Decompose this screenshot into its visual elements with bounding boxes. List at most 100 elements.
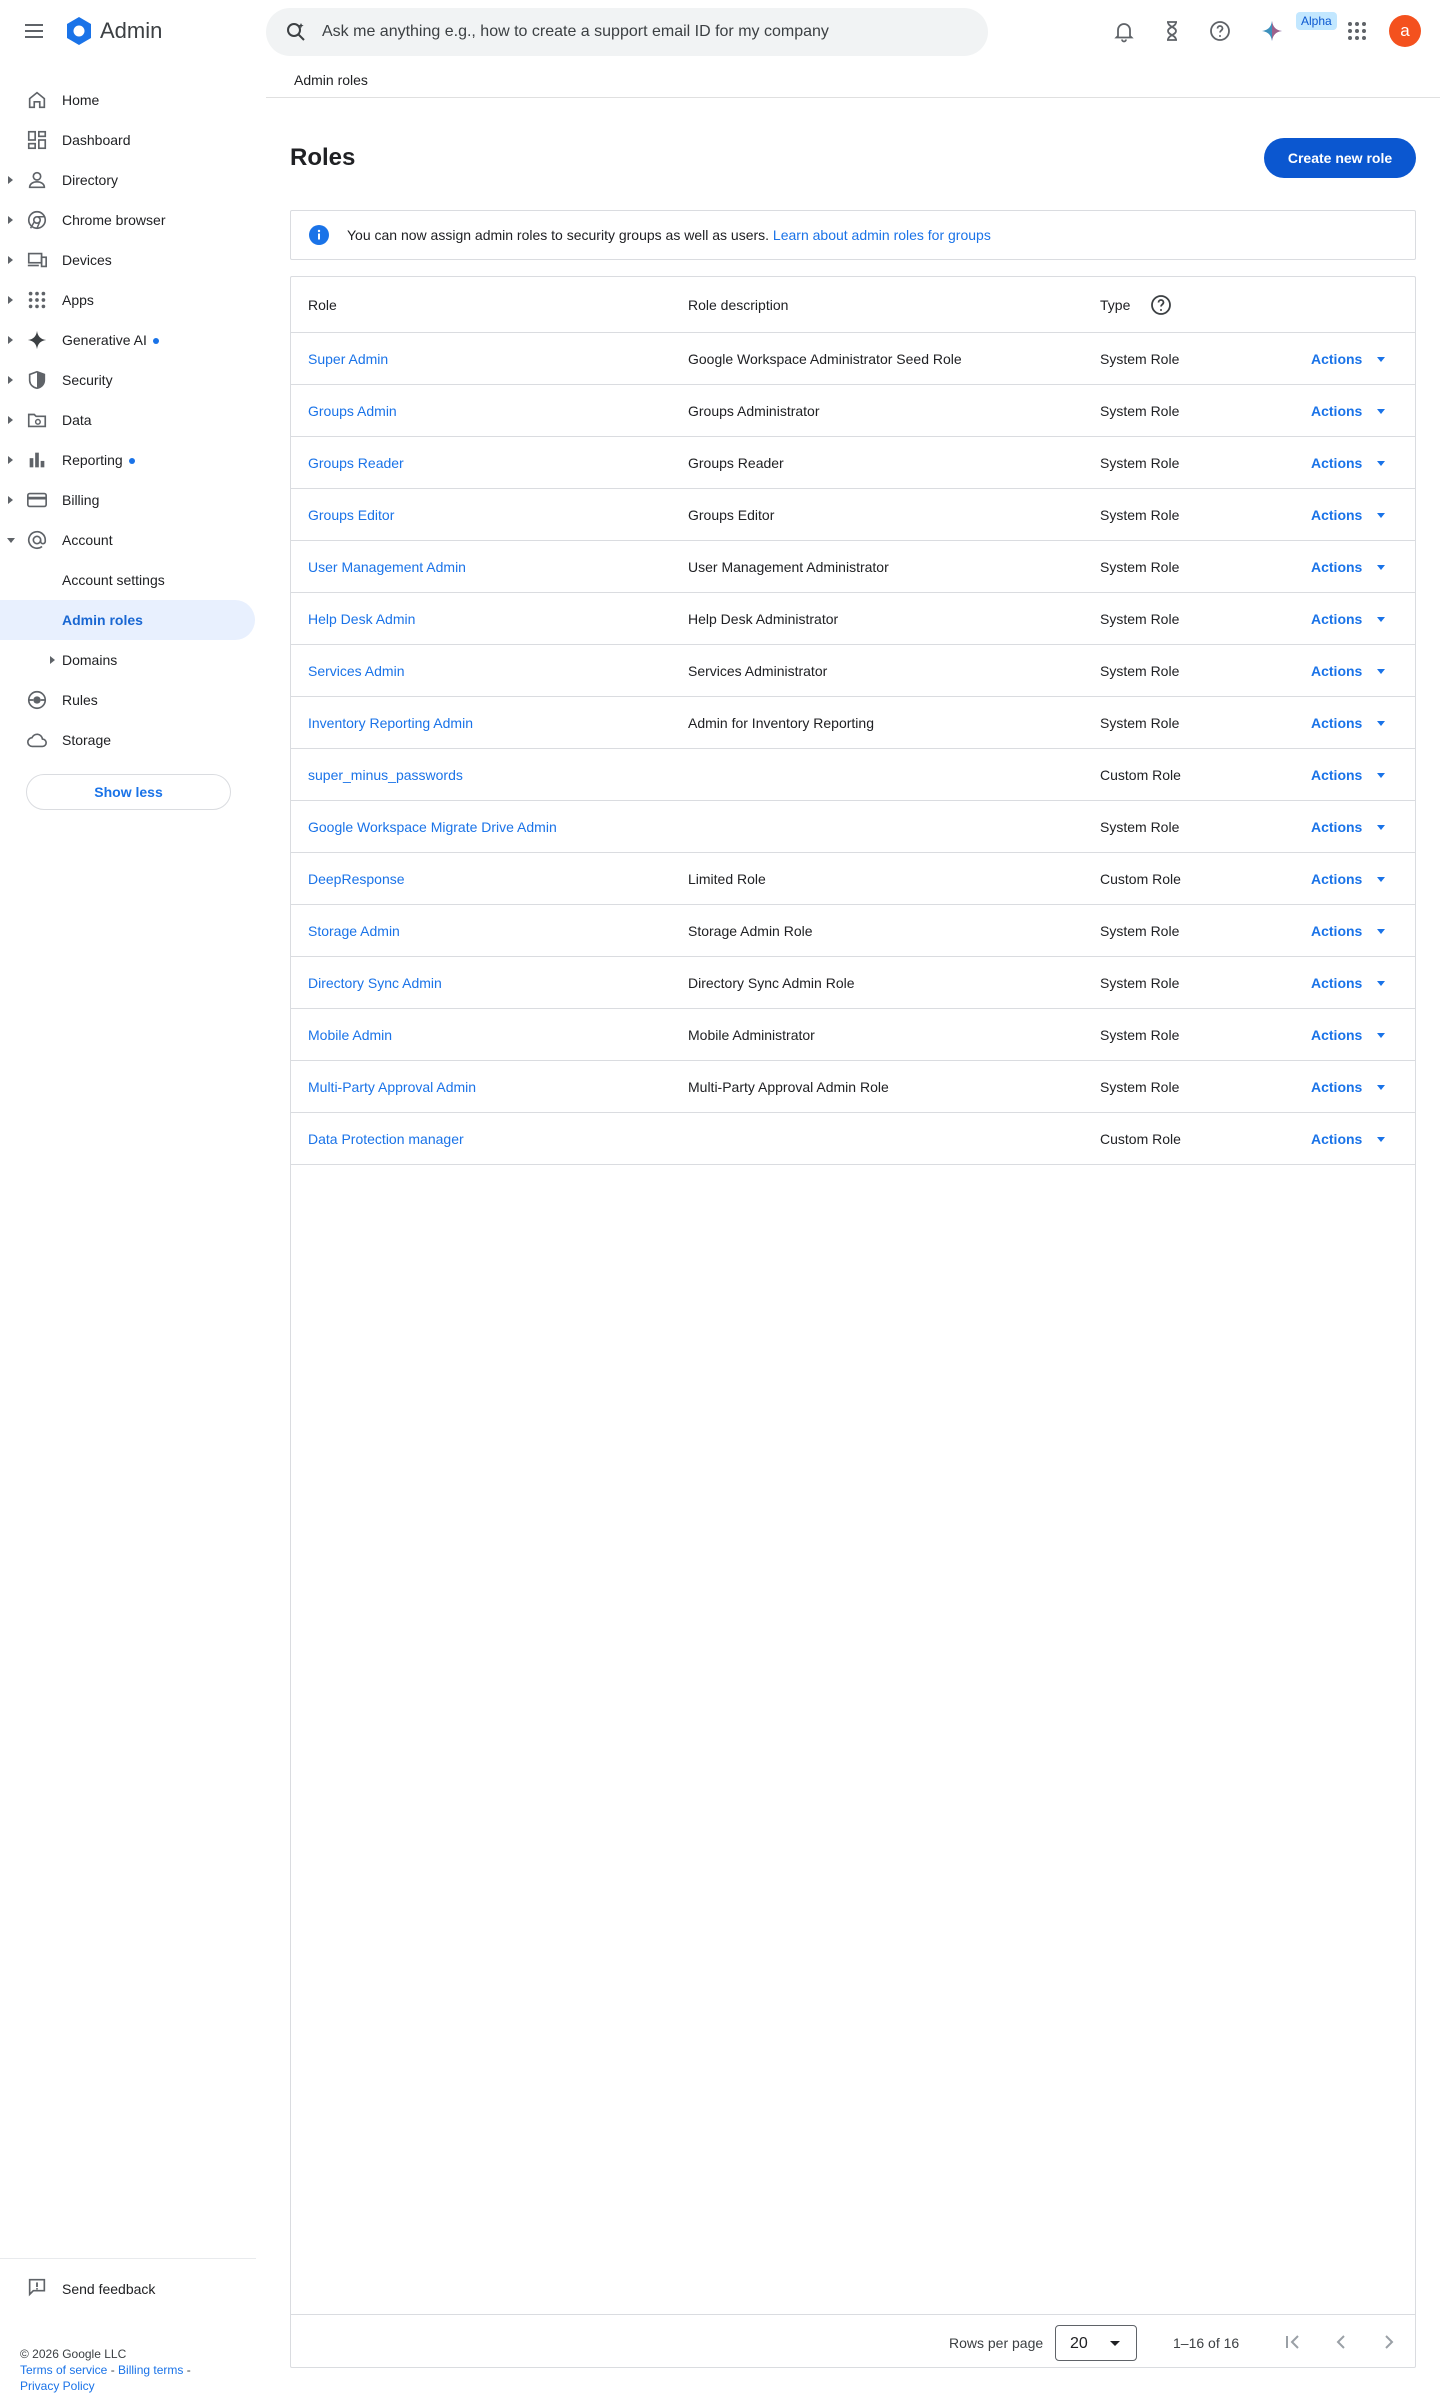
role-name-link[interactable]: Help Desk Admin [308, 611, 415, 627]
expand-arrow-icon[interactable] [8, 496, 13, 504]
help-circle-icon[interactable] [1149, 293, 1173, 317]
expand-arrow-icon[interactable] [8, 376, 13, 384]
account-avatar[interactable]: a [1389, 15, 1421, 47]
terms-link[interactable]: Terms of service [20, 2363, 107, 2377]
sidebar-item-domains[interactable]: Domains [0, 640, 256, 680]
table-row: DeepResponse Limited Role Custom Role Actio… [291, 853, 1415, 905]
info-icon [309, 225, 329, 245]
actions-dropdown-button[interactable]: Actions [1301, 343, 1391, 375]
breadcrumb[interactable]: Admin roles [294, 72, 368, 88]
role-name-link[interactable]: Multi-Party Approval Admin [308, 1079, 476, 1095]
hamburger-menu-icon[interactable] [22, 19, 46, 43]
previous-page-icon[interactable] [1329, 2330, 1353, 2354]
first-page-icon[interactable] [1281, 2330, 1305, 2354]
actions-dropdown-button[interactable]: Actions [1301, 967, 1391, 999]
actions-dropdown-button[interactable]: Actions [1301, 499, 1391, 531]
rules-icon [27, 690, 47, 710]
breadcrumb-bar: Admin roles [266, 62, 1440, 98]
expand-arrow-icon[interactable] [8, 336, 13, 344]
app-title[interactable]: Admin [100, 18, 162, 44]
sidebar-item-chrome-browser[interactable]: Chrome browser [0, 200, 256, 240]
expand-arrow-icon[interactable] [8, 256, 13, 264]
role-name-link[interactable]: DeepResponse [308, 871, 405, 887]
role-name-link[interactable]: super_minus_passwords [308, 767, 463, 783]
billing-terms-link[interactable]: Billing terms [118, 2363, 183, 2377]
role-name-link[interactable]: Super Admin [308, 351, 388, 367]
rows-per-page-label: Rows per page [949, 2335, 1044, 2351]
help-icon[interactable] [1208, 19, 1232, 43]
sparkle-icon [27, 330, 47, 350]
role-name-link[interactable]: Google Workspace Migrate Drive Admin [308, 819, 557, 835]
actions-dropdown-button[interactable]: Actions [1301, 395, 1391, 427]
role-type: System Role [1100, 1027, 1180, 1043]
role-name-link[interactable]: Groups Editor [308, 507, 394, 523]
sidebar-item-billing[interactable]: Billing [0, 480, 256, 520]
sidebar-item-admin-roles[interactable]: Admin roles [0, 600, 255, 640]
learn-admin-roles-link[interactable]: Learn about admin roles for groups [773, 227, 991, 243]
role-name-link[interactable]: Mobile Admin [308, 1027, 392, 1043]
sidebar-item-apps[interactable]: Apps [0, 280, 256, 320]
expand-arrow-icon[interactable] [50, 656, 55, 664]
create-new-role-button[interactable]: Create new role [1264, 138, 1416, 178]
actions-dropdown-button[interactable]: Actions [1301, 447, 1391, 479]
sidebar-item-generative-ai[interactable]: Generative AI [0, 320, 256, 360]
actions-dropdown-button[interactable]: Actions [1301, 1123, 1391, 1155]
send-feedback-link[interactable]: Send feedback [26, 2274, 226, 2302]
role-type: System Role [1100, 455, 1180, 471]
sidebar-item-data[interactable]: Data [0, 400, 256, 440]
admin-logo[interactable] [64, 16, 94, 46]
expand-arrow-icon[interactable] [8, 216, 13, 224]
actions-dropdown-button[interactable]: Actions [1301, 707, 1391, 739]
sidebar-item-account[interactable]: Account [0, 520, 256, 560]
next-page-icon[interactable] [1377, 2330, 1401, 2354]
expand-arrow-icon[interactable] [8, 296, 13, 304]
sidebar-item-home[interactable]: Home [0, 80, 256, 120]
role-name-link[interactable]: Groups Reader [308, 455, 404, 471]
role-name-link[interactable]: Groups Admin [308, 403, 397, 419]
actions-dropdown-button[interactable]: Actions [1301, 759, 1391, 791]
table-header: Role Role description Type [291, 277, 1415, 333]
sidebar-item-rules[interactable]: Rules [0, 680, 256, 720]
notifications-bell-icon[interactable] [1112, 19, 1136, 43]
actions-dropdown-button[interactable]: Actions [1301, 655, 1391, 687]
role-name-link[interactable]: Directory Sync Admin [308, 975, 442, 991]
role-name-link[interactable]: User Management Admin [308, 559, 466, 575]
sidebar-divider [0, 2258, 256, 2259]
rows-per-page-value: 20 [1070, 2335, 1088, 2352]
apps-launcher-icon[interactable] [1345, 19, 1369, 43]
sidebar-item-devices[interactable]: Devices [0, 240, 256, 280]
sidebar-item-dashboard[interactable]: Dashboard [0, 120, 256, 160]
roles-table: Role Role description Type Super Admin Go… [290, 276, 1416, 2368]
hourglass-tasks-icon[interactable] [1160, 19, 1184, 43]
role-name-link[interactable]: Storage Admin [308, 923, 400, 939]
actions-dropdown-button[interactable]: Actions [1301, 1071, 1391, 1103]
sidebar-item-account-settings[interactable]: Account settings [0, 560, 256, 600]
actions-dropdown-button[interactable]: Actions [1301, 1019, 1391, 1051]
search-input[interactable] [322, 8, 962, 56]
search-bar[interactable] [266, 8, 988, 56]
gemini-sparkle-icon[interactable] [1260, 19, 1284, 43]
sidebar-item-security[interactable]: Security [0, 360, 256, 400]
actions-dropdown-button[interactable]: Actions [1301, 603, 1391, 635]
dropdown-caret-icon [1377, 461, 1385, 466]
role-type: System Role [1100, 351, 1180, 367]
role-name-link[interactable]: Services Admin [308, 663, 404, 679]
sidebar-item-directory[interactable]: Directory [0, 160, 256, 200]
expand-arrow-icon[interactable] [8, 456, 13, 464]
rows-per-page-select[interactable]: 20 [1055, 2325, 1137, 2361]
role-name-link[interactable]: Data Protection manager [308, 1131, 464, 1147]
actions-dropdown-button[interactable]: Actions [1301, 551, 1391, 583]
privacy-link[interactable]: Privacy Policy [20, 2379, 95, 2393]
show-less-button[interactable]: Show less [26, 774, 231, 810]
sidebar-item-storage[interactable]: Storage [0, 720, 256, 760]
actions-dropdown-button[interactable]: Actions [1301, 811, 1391, 843]
expand-arrow-icon[interactable] [8, 176, 13, 184]
actions-dropdown-button[interactable]: Actions [1301, 863, 1391, 895]
expand-arrow-icon[interactable] [8, 416, 13, 424]
role-type: System Role [1100, 923, 1180, 939]
sidebar-item-reporting[interactable]: Reporting [0, 440, 256, 480]
actions-dropdown-button[interactable]: Actions [1301, 915, 1391, 947]
column-header-role[interactable]: Role [308, 297, 337, 313]
role-name-link[interactable]: Inventory Reporting Admin [308, 715, 473, 731]
collapse-arrow-icon[interactable] [7, 538, 15, 543]
